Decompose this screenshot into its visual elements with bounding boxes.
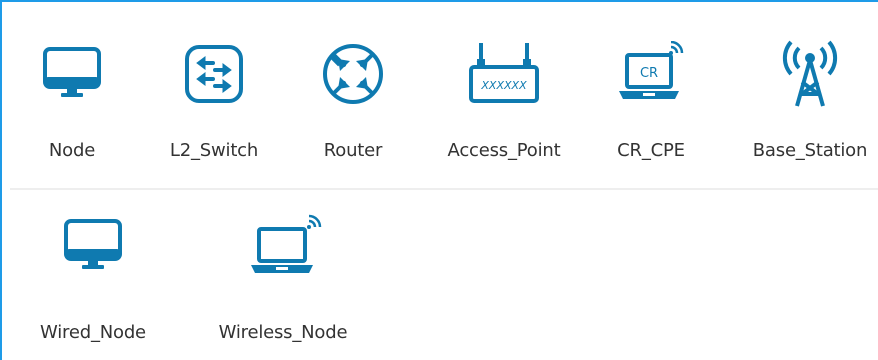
device-router[interactable]: Router [303,38,403,161]
device-label: CR_CPE [617,140,685,161]
device-base-station[interactable]: Base_Station [742,38,878,161]
wireless-laptop-icon [243,210,323,282]
device-l2-switch[interactable]: L2_Switch [159,38,269,161]
device-row-bottom: Wired_Node Wireless_Node [2,190,878,360]
access-point-icon: XXXXXX [464,38,544,110]
device-wireless-node[interactable]: Wireless_Node [198,210,368,343]
monitor-icon [53,210,133,282]
device-wired-node[interactable]: Wired_Node [8,210,178,343]
device-label: Base_Station [752,140,868,161]
device-label: Router [323,140,383,161]
device-access-point[interactable]: XXXXXX Access_Point [434,38,574,161]
device-label: Wired_Node [40,322,146,343]
device-row-top: Node L2_Switch Router XXXXXX Access_Poin… [2,2,878,188]
router-icon [313,38,393,110]
device-label: Wireless_Node [218,322,348,343]
device-label: L2_Switch [169,140,259,161]
device-cr-cpe[interactable]: CR CR_CPE [606,38,696,161]
cr-laptop-icon: CR [611,38,691,110]
device-label: Node [48,140,96,161]
cell-tower-icon [770,38,850,110]
switch-icon [174,38,254,110]
cr-label: CR [640,66,658,81]
access-point-text: XXXXXX [480,79,527,92]
monitor-icon [32,38,112,110]
device-node[interactable]: Node [32,38,112,161]
device-palette-panel: Node L2_Switch Router XXXXXX Access_Poin… [0,0,878,360]
device-label: Access_Point [447,140,561,161]
